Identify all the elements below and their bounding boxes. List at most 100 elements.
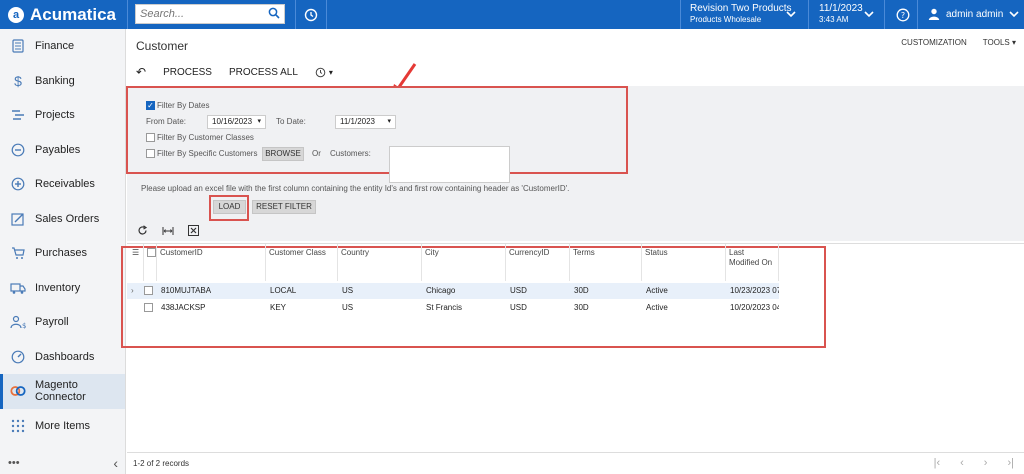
prev-page-icon[interactable]: ‹: [960, 457, 964, 469]
cell-country: US: [342, 286, 354, 295]
sidebar-item-sales-orders[interactable]: Sales Orders: [0, 202, 125, 237]
sidebar-item-dashboards[interactable]: Dashboards: [0, 340, 125, 375]
sidebar-item-label: Sales Orders: [35, 212, 100, 225]
sidebar-footer: ••• ‹: [0, 452, 126, 474]
ellipsis-icon[interactable]: •••: [8, 457, 20, 469]
divider: [326, 0, 327, 29]
cell-customer-id[interactable]: 438JACKSP: [161, 300, 205, 316]
filter-by-dates-checkbox[interactable]: ✓: [146, 101, 155, 110]
select-all-header[interactable]: [143, 244, 157, 281]
cell-terms: 30D: [574, 286, 589, 295]
user-icon: [928, 8, 940, 20]
table-row[interactable]: › 810MUJTABA LOCAL US Chicago USD 30D Ac…: [127, 283, 779, 299]
cell-terms: 30D: [574, 303, 589, 312]
column-header[interactable]: CurrencyID: [505, 244, 569, 281]
cell-country: US: [342, 303, 354, 312]
column-header[interactable]: Status: [641, 244, 725, 281]
filter-by-customers-checkbox[interactable]: [146, 149, 155, 158]
collapse-sidebar-icon[interactable]: ‹: [113, 455, 118, 471]
search-icon[interactable]: [268, 7, 280, 22]
customization-link[interactable]: CUSTOMIZATION: [901, 38, 966, 47]
filter-by-classes-label: Filter By Customer Classes: [157, 133, 254, 142]
sidebar-item-projects[interactable]: Projects: [0, 98, 125, 133]
business-date: 11/1/2023: [819, 3, 863, 14]
cell-last-modified: 10/20/2023 04: [730, 303, 779, 312]
cell-currency: USD: [510, 303, 527, 312]
tools-label: TOOLS: [982, 38, 1010, 47]
sidebar-item-banking[interactable]: $ Banking: [0, 64, 125, 99]
chevron-down-icon[interactable]: [864, 10, 874, 18]
row-checkbox[interactable]: [144, 303, 153, 312]
process-all-button[interactable]: PROCESS ALL: [229, 67, 298, 78]
refresh-icon[interactable]: [137, 225, 148, 236]
column-header[interactable]: Country: [337, 244, 421, 281]
sidebar-item-finance[interactable]: Finance: [0, 29, 125, 64]
column-header[interactable]: Last Modified On: [725, 244, 779, 281]
to-date-field[interactable]: 11/1/2023 ▾: [335, 115, 396, 129]
column-header[interactable]: Terms: [569, 244, 641, 281]
help-icon: ?: [896, 8, 910, 21]
sidebar-item-purchases[interactable]: Purchases: [0, 236, 125, 271]
divider: [127, 0, 128, 29]
dollar-icon: $: [14, 72, 22, 89]
caret-down-icon: ▾: [328, 67, 333, 77]
cell-status: Active: [646, 303, 668, 312]
row-checkbox[interactable]: [144, 286, 153, 295]
sidebar-item-more-items[interactable]: More Items: [0, 409, 125, 444]
next-page-icon[interactable]: ›: [984, 457, 988, 469]
magento-icon: [10, 383, 26, 399]
history-button[interactable]: [297, 0, 325, 29]
from-date-field[interactable]: 10/16/2023 ▾: [207, 115, 266, 129]
select-all-checkbox[interactable]: [147, 248, 156, 257]
user-menu[interactable]: admin admin: [928, 8, 1019, 20]
help-button[interactable]: ?: [889, 0, 917, 29]
sidebar-item-label: Dashboards: [35, 350, 95, 363]
app-logo[interactable]: a Acumatica: [0, 0, 128, 29]
process-button[interactable]: PROCESS: [163, 67, 212, 78]
last-page-icon[interactable]: ›|: [1007, 457, 1014, 469]
cell-customer-id[interactable]: 810MUJTABA: [161, 283, 211, 299]
first-page-icon[interactable]: |‹: [934, 457, 941, 469]
column-header[interactable]: City: [421, 244, 505, 281]
chevron-down-icon[interactable]: [786, 10, 796, 18]
grid-toolbar: [137, 225, 199, 236]
people-icon: $: [10, 314, 26, 330]
sidebar-item-receivables[interactable]: Receivables: [0, 167, 125, 202]
clock-icon: [315, 67, 326, 77]
customers-textarea[interactable]: [389, 146, 510, 183]
business-date-selector[interactable]: 11/1/2023 3:43 AM: [819, 3, 863, 25]
cell-city: St Francis: [426, 303, 463, 312]
sidebar-item-payables[interactable]: Payables: [0, 133, 125, 168]
branch-name: Products Wholesale: [690, 15, 762, 24]
sidebar: Finance $ Banking Projects Payables Rece…: [0, 29, 126, 474]
svg-text:$: $: [22, 322, 26, 329]
svg-text:?: ?: [901, 11, 905, 20]
export-excel-icon[interactable]: [188, 225, 199, 236]
sidebar-item-magento-connector[interactable]: Magento Connector: [0, 374, 125, 409]
cell-status: Active: [646, 286, 668, 295]
load-button[interactable]: LOAD: [213, 200, 246, 214]
gauge-icon: [10, 349, 26, 365]
browse-button[interactable]: BROWSE: [262, 147, 304, 161]
tenant-selector[interactable]: Revision Two Products Products Wholesale: [690, 3, 792, 25]
sidebar-item-label: Magento Connector: [35, 379, 86, 404]
highlight-box: [126, 86, 628, 174]
sidebar-item-label: Payables: [35, 143, 81, 156]
search-box[interactable]: [135, 4, 285, 24]
tenant-name: Revision Two Products: [690, 3, 792, 14]
schedule-menu[interactable]: ▾: [315, 67, 333, 78]
column-header[interactable]: Customer Class: [265, 244, 337, 281]
search-input[interactable]: [136, 5, 261, 23]
column-header[interactable]: CustomerID: [156, 244, 265, 281]
finance-icon: [10, 38, 26, 54]
tools-menu[interactable]: TOOLS ▾: [983, 38, 1016, 47]
undo-icon[interactable]: ↶: [136, 65, 146, 79]
sidebar-item-payroll[interactable]: $ Payroll: [0, 305, 125, 340]
grid-dots-icon: [10, 418, 26, 434]
reset-filter-button[interactable]: RESET FILTER: [252, 200, 316, 214]
grid-settings-icon[interactable]: ☰: [129, 244, 143, 281]
table-row[interactable]: 438JACKSP KEY US St Francis USD 30D Acti…: [127, 300, 779, 316]
filter-by-classes-checkbox[interactable]: [146, 133, 155, 142]
fit-columns-icon[interactable]: [162, 226, 174, 236]
sidebar-item-inventory[interactable]: Inventory: [0, 271, 125, 306]
